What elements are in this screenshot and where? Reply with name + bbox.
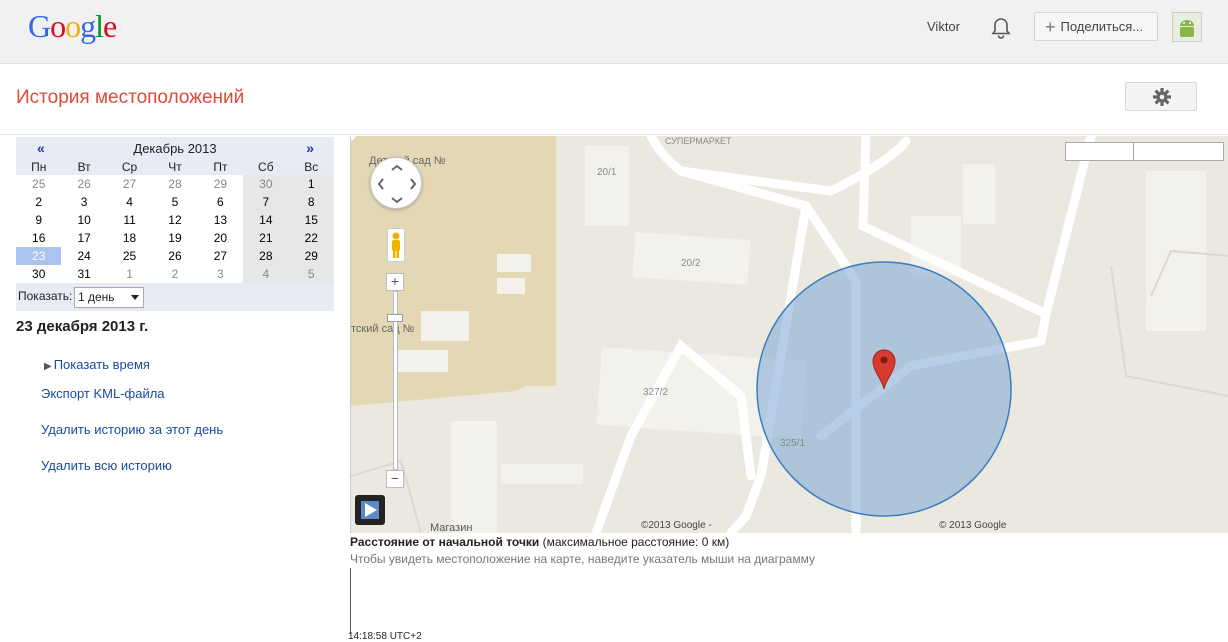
calendar-day[interactable]: 27 xyxy=(197,247,244,265)
calendar-day[interactable]: 20 xyxy=(197,229,244,247)
map-label-kindergarten-2: тский сад № xyxy=(351,323,415,335)
calendar-day[interactable]: 26 xyxy=(61,175,107,193)
zoom-out-button[interactable]: − xyxy=(386,470,404,488)
calendar-day[interactable]: 4 xyxy=(106,193,153,211)
selected-date-heading: 23 декабря 2013 г. xyxy=(16,318,149,335)
zoom-in-button[interactable]: + xyxy=(386,273,404,291)
calendar-day[interactable]: 28 xyxy=(152,175,198,193)
calendar-grid: Пн Вт Ср Чт Пт Сб Вс 25 26 27 28 29 30 1… xyxy=(16,159,334,283)
map-copyright-2: © 2013 Google xyxy=(939,520,1007,531)
pan-arrows-icon xyxy=(377,164,417,204)
calendar-day[interactable]: 26 xyxy=(152,247,198,265)
bell-icon[interactable] xyxy=(990,16,1012,40)
show-range-label: Показать: xyxy=(18,289,73,303)
calendar-day[interactable]: 30 xyxy=(243,175,289,193)
triangle-right-icon: ▶ xyxy=(44,361,52,372)
calendar-day[interactable]: 10 xyxy=(61,211,107,229)
dropdown-arrow-icon xyxy=(131,295,139,300)
calendar-day[interactable]: 4 xyxy=(243,265,289,283)
calendar-day[interactable]: 3 xyxy=(61,193,107,211)
calendar-day[interactable]: 15 xyxy=(288,211,334,229)
show-time-link[interactable]: ▶ Показать время xyxy=(44,357,150,372)
calendar-day[interactable]: 29 xyxy=(197,175,244,193)
weekday-header: Вт xyxy=(77,160,91,174)
gear-icon xyxy=(1153,88,1171,106)
calendar-day[interactable]: 12 xyxy=(152,211,198,229)
next-month-button[interactable]: » xyxy=(306,140,314,156)
calendar-day[interactable]: 25 xyxy=(16,175,62,193)
map-label-supermarket: СУПЕРМАРКЕТ xyxy=(665,136,732,146)
calendar-day[interactable]: 19 xyxy=(152,229,198,247)
calendar-day[interactable]: 21 xyxy=(243,229,289,247)
weekday-header: Пн xyxy=(31,160,47,174)
calendar-day[interactable]: 29 xyxy=(288,247,334,265)
top-bar: Google Viktor + Поделиться... xyxy=(0,0,1228,64)
calendar-day[interactable]: 16 xyxy=(16,229,62,247)
distance-chart-title: Расстояние от начальной точки (максималь… xyxy=(350,535,730,549)
zoom-slider-thumb[interactable] xyxy=(387,314,403,322)
play-icon xyxy=(361,501,379,519)
distance-chart-axis[interactable] xyxy=(350,568,351,634)
calendar-day[interactable]: 18 xyxy=(106,229,153,247)
calendar-day[interactable]: 13 xyxy=(197,211,244,229)
street-view-pegman-icon[interactable] xyxy=(387,228,405,262)
settings-button[interactable] xyxy=(1125,82,1197,111)
calendar-day[interactable]: 8 xyxy=(288,193,334,211)
calendar-day[interactable]: 3 xyxy=(197,265,244,283)
divider xyxy=(1133,143,1134,160)
calendar-day[interactable]: 11 xyxy=(106,211,153,229)
map-pan-control[interactable] xyxy=(370,157,422,209)
date-calendar: « Декабрь 2013 » Пн Вт Ср Чт Пт Сб Вс 25… xyxy=(16,137,334,311)
map-type-switcher[interactable] xyxy=(1065,142,1224,161)
weekday-header: Чт xyxy=(168,160,182,174)
calendar-day[interactable]: 2 xyxy=(16,193,62,211)
google-logo[interactable]: Google xyxy=(28,8,117,45)
range-select[interactable]: 1 день xyxy=(74,287,144,308)
calendar-day[interactable]: 24 xyxy=(61,247,107,265)
map-view[interactable]: СУПЕРМАРКЕТ Детский сад № тский сад № 20… xyxy=(350,136,1228,533)
calendar-day[interactable]: 17 xyxy=(61,229,107,247)
calendar-day[interactable]: 1 xyxy=(106,265,153,283)
page-title: История местоположений xyxy=(16,87,245,108)
calendar-day[interactable]: 30 xyxy=(16,265,62,283)
map-label-building: 325/1 xyxy=(780,438,806,449)
calendar-day[interactable]: 5 xyxy=(152,193,198,211)
divider xyxy=(0,134,1228,135)
calendar-day-selected[interactable]: 23 xyxy=(16,247,62,265)
share-button[interactable]: + Поделиться... xyxy=(1034,12,1158,41)
calendar-day[interactable]: 28 xyxy=(243,247,289,265)
calendar-day[interactable]: 31 xyxy=(61,265,107,283)
map-label-building: 20/2 xyxy=(681,258,701,269)
calendar-day[interactable]: 5 xyxy=(288,265,334,283)
weekday-header: Сб xyxy=(258,160,274,174)
plus-icon: + xyxy=(1045,17,1056,37)
weekday-header: Пт xyxy=(213,160,228,174)
user-name-link[interactable]: Viktor xyxy=(927,19,960,34)
map-label-shop: Магазин xyxy=(430,522,473,533)
map-label-building: 20/1 xyxy=(597,167,617,178)
map-copyright: ©2013 Google - xyxy=(641,520,712,531)
map-label-building: 327/2 xyxy=(643,387,669,398)
weekday-header: Вс xyxy=(304,160,319,174)
weekday-header: Ср xyxy=(121,160,138,174)
delete-all-history-link[interactable]: Удалить всю историю xyxy=(41,458,172,473)
calendar-month-title: Декабрь 2013 xyxy=(133,141,217,156)
calendar-day[interactable]: 25 xyxy=(106,247,153,265)
calendar-day[interactable]: 9 xyxy=(16,211,62,229)
calendar-day[interactable]: 27 xyxy=(106,175,153,193)
calendar-day[interactable]: 2 xyxy=(152,265,198,283)
map-canvas xyxy=(351,136,1228,533)
calendar-day[interactable]: 22 xyxy=(288,229,334,247)
play-animation-button[interactable] xyxy=(355,495,385,525)
calendar-day[interactable]: 1 xyxy=(288,175,334,193)
android-avatar-icon[interactable] xyxy=(1172,12,1202,42)
export-kml-link[interactable]: Экспорт KML-файла xyxy=(41,386,165,401)
time-axis-label: 14:18:58 UTC+2 xyxy=(348,631,422,642)
calendar-day[interactable]: 6 xyxy=(197,193,244,211)
delete-day-history-link[interactable]: Удалить историю за этот день xyxy=(41,422,223,437)
distance-chart-hint: Чтобы увидеть местоположение на карте, н… xyxy=(350,552,815,566)
calendar-day[interactable]: 14 xyxy=(243,211,289,229)
calendar-day[interactable]: 7 xyxy=(243,193,289,211)
